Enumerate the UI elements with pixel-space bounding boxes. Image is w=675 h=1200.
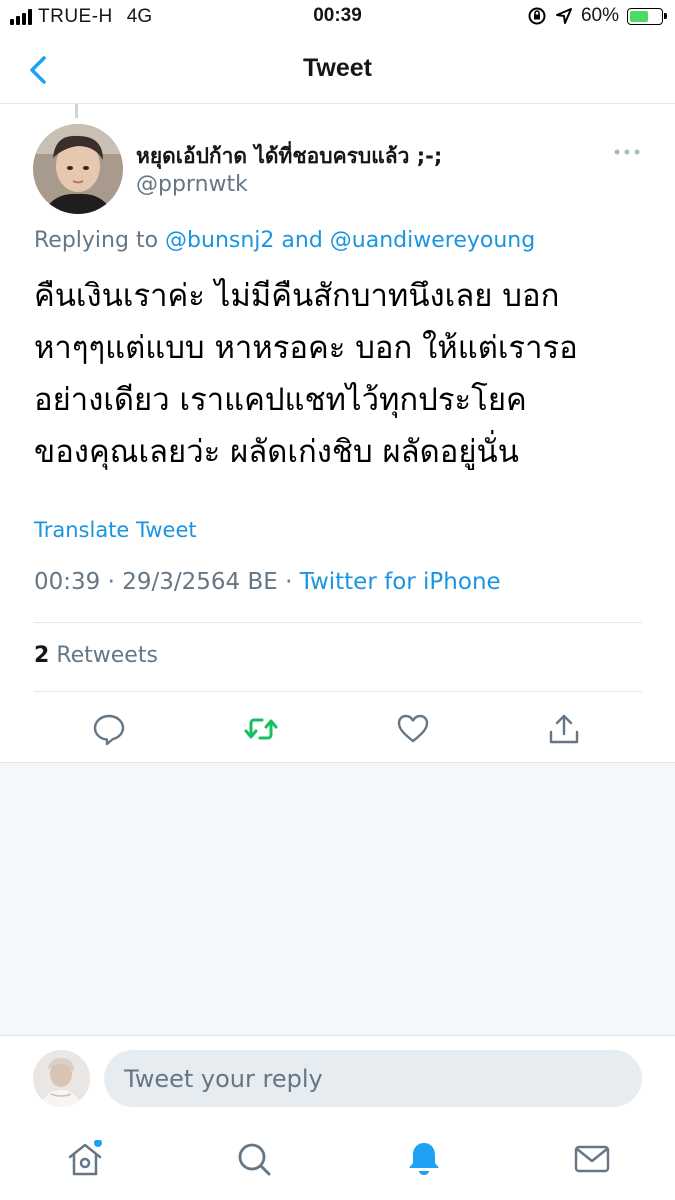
replying-prefix: Replying to	[34, 228, 159, 253]
home-icon[interactable]	[66, 1140, 104, 1178]
tweet-meta: 00:39 · 29/3/2564 BE · Twitter for iPhon…	[34, 569, 501, 595]
replying-user-link[interactable]: @bunsnj2	[165, 228, 274, 253]
notification-dot	[94, 1140, 102, 1147]
tweet-text: คืนเงินเราค่ะ ไม่มีคืนสักบาทนึงเลย บอก ห…	[34, 270, 654, 478]
nav-header: Tweet	[0, 36, 675, 104]
more-dots-icon[interactable]	[613, 145, 641, 159]
reply-input[interactable]: Tweet your reply	[104, 1050, 642, 1107]
retweet-icon[interactable]	[244, 712, 278, 746]
translate-tweet-link[interactable]: Translate Tweet	[34, 518, 197, 542]
status-right: 60%	[527, 5, 667, 27]
share-icon[interactable]	[547, 712, 581, 746]
replying-and[interactable]: and	[281, 228, 322, 253]
status-bar: TRUE-H 4G 00:39 60%	[0, 0, 675, 36]
tweet-text-line: อย่างเดียว เราแคปแชทไว้ทุกประโยค	[34, 382, 527, 418]
retweet-stats[interactable]: 2 Retweets	[34, 643, 158, 668]
retweet-count: 2	[34, 643, 50, 668]
replying-to: Replying to @bunsnj2 and @uandiwereyoung	[34, 228, 535, 253]
user-avatar[interactable]	[33, 1050, 90, 1107]
author-avatar[interactable]	[33, 124, 123, 214]
battery-percent: 60%	[580, 5, 619, 26]
divider	[34, 622, 642, 623]
author-display-name[interactable]: หยุดเอ้ปก้าด ได้ที่ชอบครบแล้ว ;-;	[136, 140, 442, 173]
tweet-text-line: หาๆๆแต่แบบ หาหรอคะ บอก ให้แต่เรารอ	[34, 330, 578, 366]
battery-level	[630, 10, 648, 22]
author-handle[interactable]: @pprnwtk	[136, 172, 248, 197]
page-title: Tweet	[303, 54, 372, 82]
mail-icon[interactable]	[573, 1140, 611, 1178]
bell-icon[interactable]	[405, 1140, 443, 1178]
search-icon[interactable]	[235, 1140, 273, 1178]
location-icon	[555, 8, 572, 24]
tweet-timestamp: 00:39 · 29/3/2564 BE ·	[34, 569, 293, 595]
retweet-label: Retweets	[56, 643, 158, 668]
divider	[34, 691, 642, 692]
thread-connector	[75, 104, 78, 118]
replying-user-link[interactable]: @uandiwereyoung	[330, 228, 535, 253]
orientation-lock-icon	[528, 7, 546, 25]
battery-icon	[627, 7, 667, 25]
reply-bubble-icon[interactable]	[92, 712, 126, 746]
tweet-text-line: คืนเงินเราค่ะ ไม่มีคืนสักบาทนึงเลย บอก	[34, 278, 560, 314]
tweet-source-link[interactable]: Twitter for iPhone	[300, 569, 501, 595]
tweet-text-line: ของคุณเลยว่ะ ผลัดเก่งชิบ ผลัดอยู่นั่น	[34, 434, 519, 470]
heart-icon[interactable]	[396, 712, 430, 746]
empty-replies-area	[0, 762, 675, 1036]
